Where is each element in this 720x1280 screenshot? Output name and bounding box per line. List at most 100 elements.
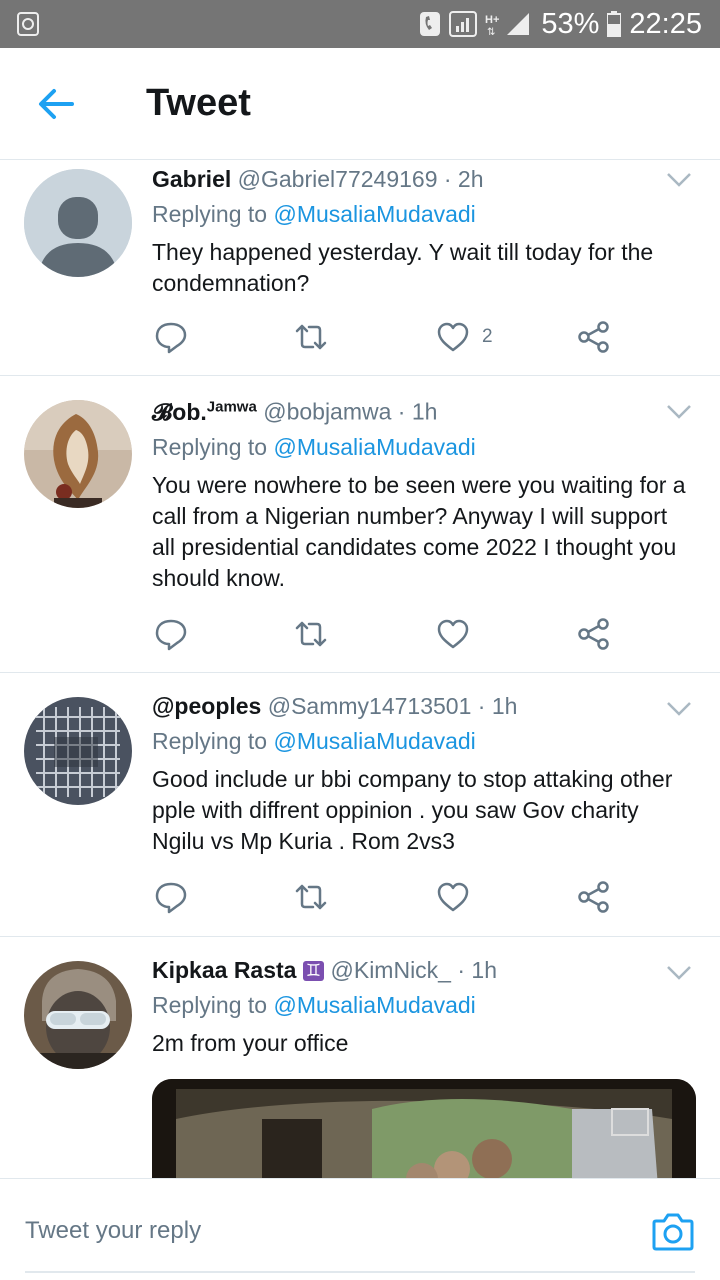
phone-icon <box>420 12 441 36</box>
chevron-down-icon[interactable] <box>666 404 692 420</box>
reply-composer[interactable]: Tweet your reply <box>0 1178 720 1280</box>
share-button[interactable] <box>577 317 611 357</box>
retweet-button[interactable] <box>294 877 328 917</box>
share-button[interactable] <box>577 614 611 654</box>
heart-icon <box>437 322 469 352</box>
input-underline <box>25 1271 695 1273</box>
reply-button[interactable] <box>154 877 188 917</box>
like-button[interactable] <box>436 614 470 654</box>
comment-icon <box>155 619 187 651</box>
avatar[interactable] <box>24 169 132 277</box>
retweet-button[interactable] <box>294 317 328 357</box>
gemini-badge-icon: ♊ <box>302 961 325 981</box>
reply-feed[interactable]: Gabriel @Gabriel77249169 · 2h Replying t… <box>0 160 720 1178</box>
tweet-meta: 𝓑ob.Jamwa @bobjamwa · 1h <box>152 398 696 426</box>
tweet-meta: Gabriel @Gabriel77249169 · 2h <box>152 166 696 193</box>
avatar[interactable] <box>24 961 132 1069</box>
share-icon <box>578 321 609 353</box>
arrow-left-icon <box>39 89 74 119</box>
svg-text:H+: H+ <box>485 14 499 26</box>
tweet-text: Good include ur bbi company to stop atta… <box>152 766 673 854</box>
camera-icon[interactable] <box>652 1211 694 1251</box>
user-handle[interactable]: @Sammy14713501 <box>268 693 472 719</box>
like-button[interactable]: 2 <box>436 317 493 357</box>
avatar[interactable] <box>24 697 132 805</box>
page-title: Tweet <box>146 82 251 124</box>
retweet-button[interactable] <box>294 614 328 654</box>
like-count: 2 <box>482 326 493 347</box>
mention-link[interactable]: @MusaliaMudavadi <box>273 992 475 1018</box>
comment-icon <box>155 322 187 354</box>
replying-to: Replying to @MusaliaMudavadi <box>152 201 696 228</box>
tweet-media-video[interactable] <box>152 1079 696 1178</box>
share-button[interactable] <box>577 877 611 917</box>
tweet-actions: 2 <box>152 317 632 357</box>
battery-icon <box>607 11 622 37</box>
tweet-item[interactable]: @peoples @Sammy14713501 · 1h Replying to… <box>0 673 720 937</box>
status-bar: H+ ⇅ 53% 22:25 <box>0 0 720 48</box>
tweet-time: · 1h <box>457 957 498 983</box>
user-handle[interactable]: @bobjamwa <box>263 399 391 425</box>
app-header: Tweet <box>0 48 720 160</box>
heart-icon <box>437 882 469 912</box>
hplus-signal-icon: H+ ⇅ <box>485 13 530 37</box>
tweet-text: 2m from your office <box>152 1030 349 1056</box>
tweet-item[interactable]: Kipkaa Rasta ♊ @KimNick_ · 1h Replying t… <box>0 937 720 1178</box>
tweet-item[interactable]: Gabriel @Gabriel77249169 · 2h Replying t… <box>0 160 720 376</box>
comment-icon <box>155 882 187 914</box>
status-icons: H+ ⇅ 53% 22:25 <box>419 0 702 48</box>
reply-button[interactable] <box>154 614 188 654</box>
display-name[interactable]: Kipkaa Rasta <box>152 957 296 983</box>
tweet-actions <box>152 614 632 654</box>
chevron-down-icon[interactable] <box>666 172 692 188</box>
display-name[interactable]: 𝓑ob.Jamwa <box>152 398 257 425</box>
tweet-time: · 1h <box>397 398 438 425</box>
signal-box-icon <box>449 11 478 37</box>
replying-to: Replying to @MusaliaMudavadi <box>152 434 696 461</box>
heart-icon <box>437 619 469 649</box>
tweet-meta: Kipkaa Rasta ♊ @KimNick_ · 1h <box>152 957 696 984</box>
replying-to-label: Replying to <box>152 433 268 460</box>
tweet-meta: @peoples @Sammy14713501 · 1h <box>152 693 696 720</box>
avatar-image <box>24 400 132 508</box>
tweet-text: They happened yesterday. Y wait till tod… <box>152 239 654 296</box>
replying-to: Replying to @MusaliaMudavadi <box>152 728 696 755</box>
display-name[interactable]: @peoples <box>152 693 261 719</box>
clock: 22:25 <box>629 7 702 40</box>
user-handle[interactable]: @Gabriel77249169 <box>238 166 438 192</box>
tweet-item[interactable]: 𝓑ob.Jamwa @bobjamwa · 1h Replying to @Mu… <box>0 376 720 673</box>
share-icon <box>578 618 609 650</box>
retweet-icon <box>295 621 327 647</box>
replying-to: Replying to @MusaliaMudavadi <box>152 992 696 1019</box>
tweet-time: · 1h <box>477 693 518 719</box>
retweet-icon <box>295 884 327 910</box>
recycle-notification-icon <box>17 12 39 36</box>
display-name[interactable]: Gabriel <box>152 166 231 192</box>
battery-percent: 53% <box>541 7 600 40</box>
replying-to-label: Replying to <box>152 201 268 227</box>
avatar[interactable] <box>24 400 132 508</box>
tweet-text: You were nowhere to be seen were you wai… <box>152 471 686 591</box>
tweet-time: · 2h <box>443 166 484 192</box>
reply-button[interactable] <box>154 317 188 357</box>
chevron-down-icon[interactable] <box>666 701 692 717</box>
default-avatar-icon <box>24 169 132 277</box>
share-icon <box>578 881 609 913</box>
mention-link[interactable]: @MusaliaMudavadi <box>273 201 475 227</box>
video-thumbnail <box>152 1079 696 1178</box>
chevron-down-icon[interactable] <box>666 965 692 981</box>
replying-to-label: Replying to <box>152 728 268 754</box>
retweet-icon <box>295 324 327 350</box>
like-button[interactable] <box>436 877 470 917</box>
tweet-actions <box>152 877 632 917</box>
mention-link[interactable]: @MusaliaMudavadi <box>273 434 475 460</box>
reply-input[interactable]: Tweet your reply <box>25 1217 201 1245</box>
replying-to-label: Replying to <box>152 992 268 1018</box>
avatar-image <box>24 697 132 805</box>
back-button[interactable] <box>30 78 82 130</box>
display-name-superscript: Jamwa <box>206 398 257 415</box>
svg-text:⇅: ⇅ <box>487 27 495 37</box>
avatar-image <box>24 961 132 1069</box>
user-handle[interactable]: @KimNick_ <box>331 957 451 983</box>
mention-link[interactable]: @MusaliaMudavadi <box>273 728 475 754</box>
